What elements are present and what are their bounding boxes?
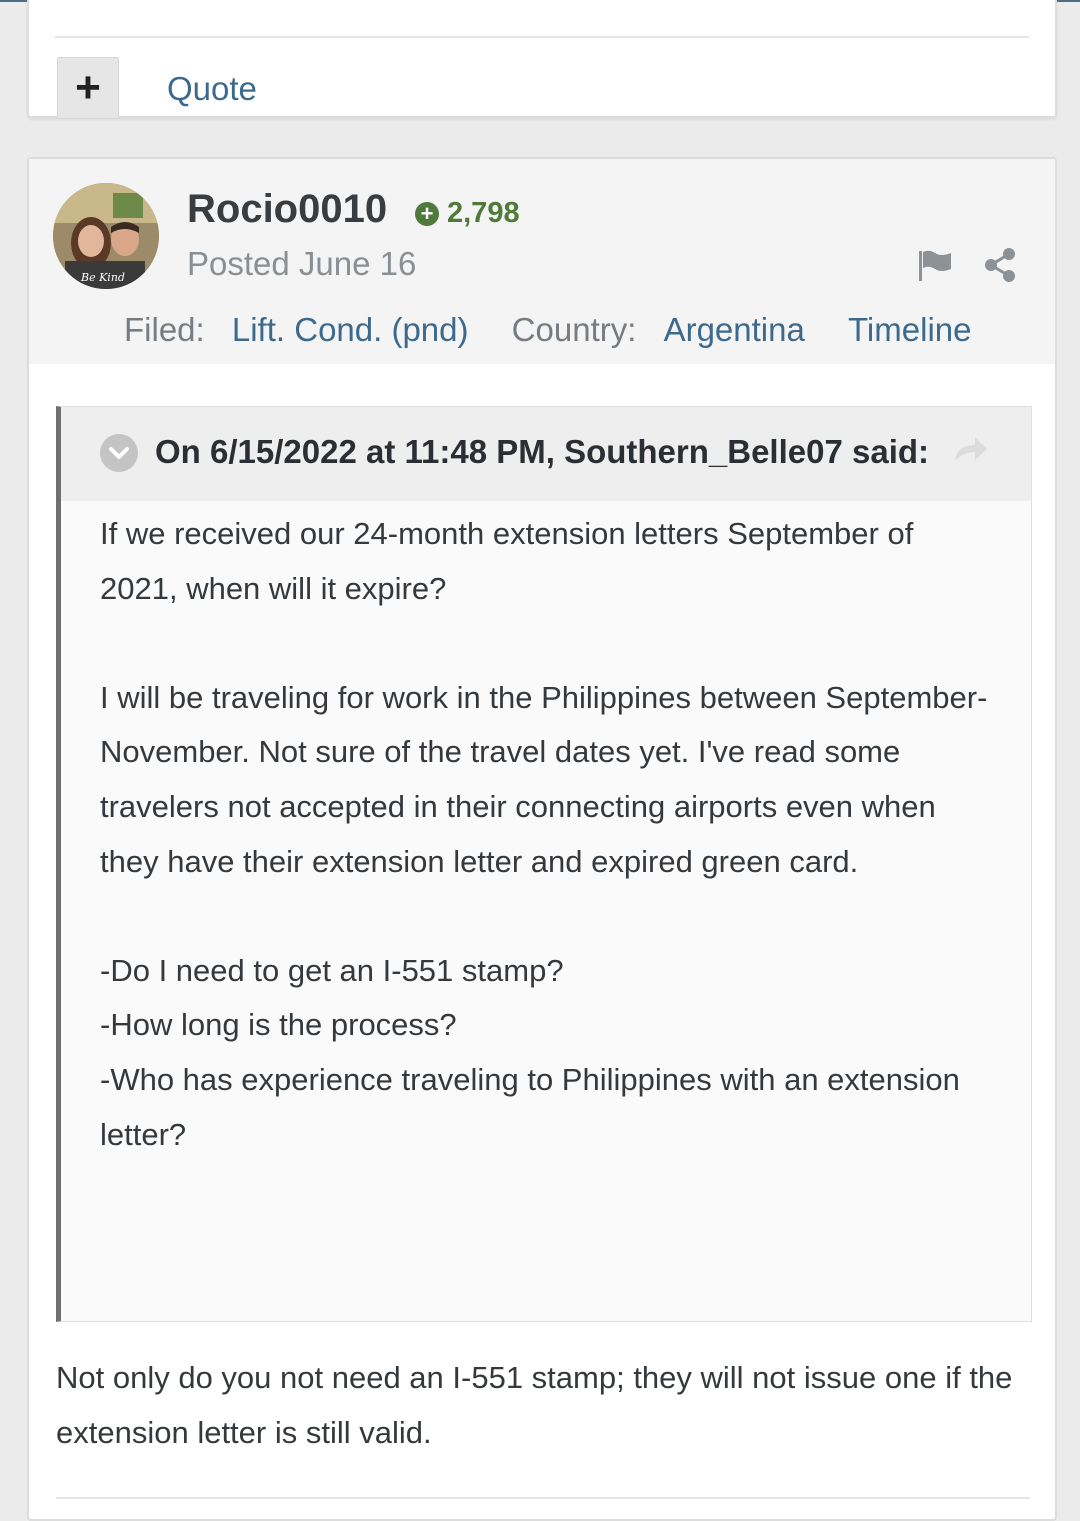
reputation-plus-icon: +: [415, 201, 439, 226]
filed-label: Filed:: [124, 311, 205, 348]
collapse-chevron-icon[interactable]: [100, 434, 138, 472]
quote-blank-line: [100, 616, 990, 671]
goto-quote-icon[interactable]: [953, 433, 989, 465]
country-value-link[interactable]: Argentina: [664, 311, 805, 349]
post-card: Be Kind Rocio0010 + 2,798 Posted June 16…: [27, 157, 1057, 1521]
quote-question: -Do I need to get an I-551 stamp?: [100, 952, 564, 988]
avatar-photo: Be Kind: [53, 183, 159, 289]
plus-icon: +: [75, 63, 101, 112]
quote-question: -How long is the process?: [100, 1007, 457, 1043]
quote-button[interactable]: Quote: [167, 70, 257, 108]
quote-paragraph: I will be traveling for work in the Phil…: [100, 679, 988, 879]
quote-blank-line: [100, 889, 990, 944]
quote-paragraph: If we received our 24-month extension le…: [100, 516, 914, 606]
reputation-badge: + 2,798: [415, 197, 520, 230]
quote-citation: On 6/15/2022 at 11:48 PM, Southern_Belle…: [155, 433, 930, 470]
multiquote-plus-button[interactable]: +: [57, 57, 119, 119]
username-link[interactable]: Rocio0010: [187, 187, 387, 232]
filed-value-link[interactable]: Lift. Cond. (pnd): [232, 311, 469, 349]
country-label: Country:: [511, 311, 637, 348]
previous-post-footer: + Quote: [27, 0, 1057, 119]
divider: [55, 36, 1029, 38]
divider: [56, 1497, 1030, 1499]
timeline-link[interactable]: Timeline: [848, 311, 971, 349]
flag-icon[interactable]: [917, 249, 953, 281]
reputation-count: 2,798: [447, 197, 520, 229]
member-meta: Filed: Lift. Cond. (pnd) Country: Argent…: [124, 311, 971, 349]
post-header: Be Kind Rocio0010 + 2,798 Posted June 16…: [29, 159, 1055, 364]
quote-citation-bar: On 6/15/2022 at 11:48 PM, Southern_Belle…: [61, 407, 1031, 501]
share-icon[interactable]: [983, 247, 1017, 283]
quote-question: -Who has experience traveling to Philipp…: [100, 1061, 960, 1152]
post-date[interactable]: Posted June 16: [187, 245, 416, 283]
avatar[interactable]: Be Kind: [53, 183, 159, 289]
blockquote: On 6/15/2022 at 11:48 PM, Southern_Belle…: [56, 406, 1032, 1322]
quote-body: If we received our 24-month extension le…: [100, 507, 990, 1162]
svg-text:Be Kind: Be Kind: [80, 271, 125, 284]
post-reply-text: Not only do you not need an I-551 stamp;…: [56, 1360, 1013, 1450]
